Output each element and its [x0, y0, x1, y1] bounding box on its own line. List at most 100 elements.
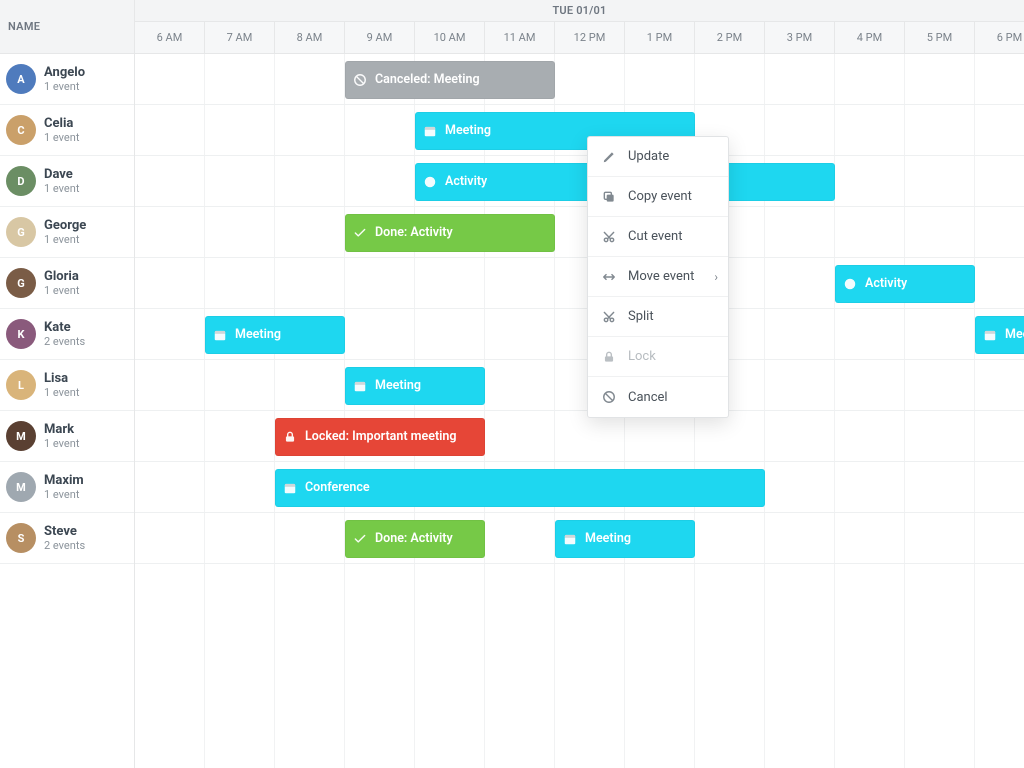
event-bar[interactable]: Meeting	[555, 520, 695, 558]
chevron-right-icon: ›	[714, 270, 718, 284]
resource-row[interactable]: G Gloria 1 event	[0, 258, 134, 309]
context-menu-item[interactable]: Update	[588, 137, 728, 177]
avatar: M	[6, 421, 36, 451]
hour-cell: 11 AM	[485, 22, 555, 53]
hour-cell: 3 PM	[765, 22, 835, 53]
context-menu-label: Split	[628, 309, 654, 324]
resource-row[interactable]: M Maxim 1 event	[0, 462, 134, 513]
event-bar[interactable]: Canceled: Meeting	[345, 61, 555, 99]
resource-subtitle: 1 event	[44, 284, 79, 297]
context-menu-item[interactable]: Split	[588, 297, 728, 337]
context-menu-item[interactable]: Cancel	[588, 377, 728, 417]
event-label: Meeting	[375, 378, 421, 393]
avatar: D	[6, 166, 36, 196]
hour-cell: 8 AM	[275, 22, 345, 53]
hour-cell: 7 AM	[205, 22, 275, 53]
lock-icon	[283, 430, 297, 444]
pencil-icon	[602, 150, 616, 164]
event-label: Meeting	[445, 123, 491, 138]
event-label: Conference	[305, 480, 370, 495]
avatar: L	[6, 370, 36, 400]
event-bar[interactable]: Meeting	[205, 316, 345, 354]
move-icon	[602, 270, 616, 284]
resource-subtitle: 1 event	[44, 386, 79, 399]
event-bar[interactable]: Done: Activity	[345, 520, 485, 558]
event-bar[interactable]: Done: Activity	[345, 214, 555, 252]
hour-cell: 6 PM	[975, 22, 1024, 53]
context-menu-label: Cancel	[628, 390, 668, 405]
context-menu: Update Copy event Cut event Move event ›…	[587, 136, 729, 418]
lock-icon	[602, 350, 616, 364]
ban-icon	[353, 73, 367, 87]
avatar: A	[6, 64, 36, 94]
resource-name: George	[44, 218, 86, 234]
hour-cell: 10 AM	[415, 22, 485, 53]
avatar: M	[6, 472, 36, 502]
context-menu-item[interactable]: Move event ›	[588, 257, 728, 297]
hour-cell: 12 PM	[555, 22, 625, 53]
avatar: S	[6, 523, 36, 553]
check-icon	[353, 226, 367, 240]
resource-subtitle: 2 events	[44, 539, 85, 552]
hour-cell: 5 PM	[905, 22, 975, 53]
event-label: Meeting	[235, 327, 281, 342]
resource-row[interactable]: D Dave 1 event	[0, 156, 134, 207]
resource-sidebar: NAME A Angelo 1 event C Celia 1 event D …	[0, 0, 135, 768]
hour-cell: 2 PM	[695, 22, 765, 53]
event-bar[interactable]: Activity	[835, 265, 975, 303]
resource-subtitle: 1 event	[44, 80, 85, 93]
resource-row[interactable]: G George 1 event	[0, 207, 134, 258]
hour-cell: 9 AM	[345, 22, 415, 53]
calendar-icon	[283, 481, 297, 495]
resource-name: Angelo	[44, 65, 85, 81]
event-bar[interactable]: Meeting	[975, 316, 1024, 354]
context-menu-label: Copy event	[628, 189, 692, 204]
resource-row[interactable]: K Kate 2 events	[0, 309, 134, 360]
sidebar-header: NAME	[0, 0, 134, 54]
event-label: Activity	[445, 174, 487, 189]
context-menu-label: Lock	[628, 349, 656, 364]
event-label: Meeting	[585, 531, 631, 546]
clock-icon	[843, 277, 857, 291]
calendar-icon	[213, 328, 227, 342]
calendar-icon	[353, 379, 367, 393]
event-bar[interactable]: Locked: Important meeting	[275, 418, 485, 456]
resource-subtitle: 1 event	[44, 182, 79, 195]
scheduler-grid[interactable]: Canceled: Meeting Meeting Activity Done:…	[135, 54, 1024, 768]
resource-name: Celia	[44, 116, 79, 132]
event-bar[interactable]: Meeting	[345, 367, 485, 405]
event-label: Canceled: Meeting	[375, 72, 480, 87]
resource-row[interactable]: C Celia 1 event	[0, 105, 134, 156]
cut-icon	[602, 230, 616, 244]
event-label: Activity	[865, 276, 907, 291]
timeline: TUE 01/01 6 AM7 AM8 AM9 AM10 AM11 AM12 P…	[135, 0, 1024, 768]
event-label: Locked: Important meeting	[305, 429, 457, 444]
event-bar[interactable]: Conference	[275, 469, 765, 507]
hour-header: 6 AM7 AM8 AM9 AM10 AM11 AM12 PM1 PM2 PM3…	[135, 22, 1024, 54]
avatar: C	[6, 115, 36, 145]
hour-cell: 6 AM	[135, 22, 205, 53]
check-icon	[353, 532, 367, 546]
event-label: Done: Activity	[375, 531, 453, 546]
resource-row[interactable]: L Lisa 1 event	[0, 360, 134, 411]
avatar: G	[6, 217, 36, 247]
context-menu-item[interactable]: Cut event	[588, 217, 728, 257]
resource-subtitle: 2 events	[44, 335, 85, 348]
resource-name: Kate	[44, 320, 85, 336]
context-menu-label: Update	[628, 149, 669, 164]
hour-cell: 1 PM	[625, 22, 695, 53]
clock-icon	[423, 175, 437, 189]
resource-row[interactable]: S Steve 2 events	[0, 513, 134, 564]
calendar-icon	[563, 532, 577, 546]
event-label: Meeting	[1005, 327, 1024, 342]
resource-row[interactable]: A Angelo 1 event	[0, 54, 134, 105]
context-menu-item[interactable]: Copy event	[588, 177, 728, 217]
resource-name: Gloria	[44, 269, 79, 285]
resource-name: Maxim	[44, 473, 84, 489]
context-menu-item: Lock	[588, 337, 728, 377]
cut-icon	[602, 310, 616, 324]
resource-row[interactable]: M Mark 1 event	[0, 411, 134, 462]
resource-name: Dave	[44, 167, 79, 183]
resource-subtitle: 1 event	[44, 233, 86, 246]
avatar: G	[6, 268, 36, 298]
